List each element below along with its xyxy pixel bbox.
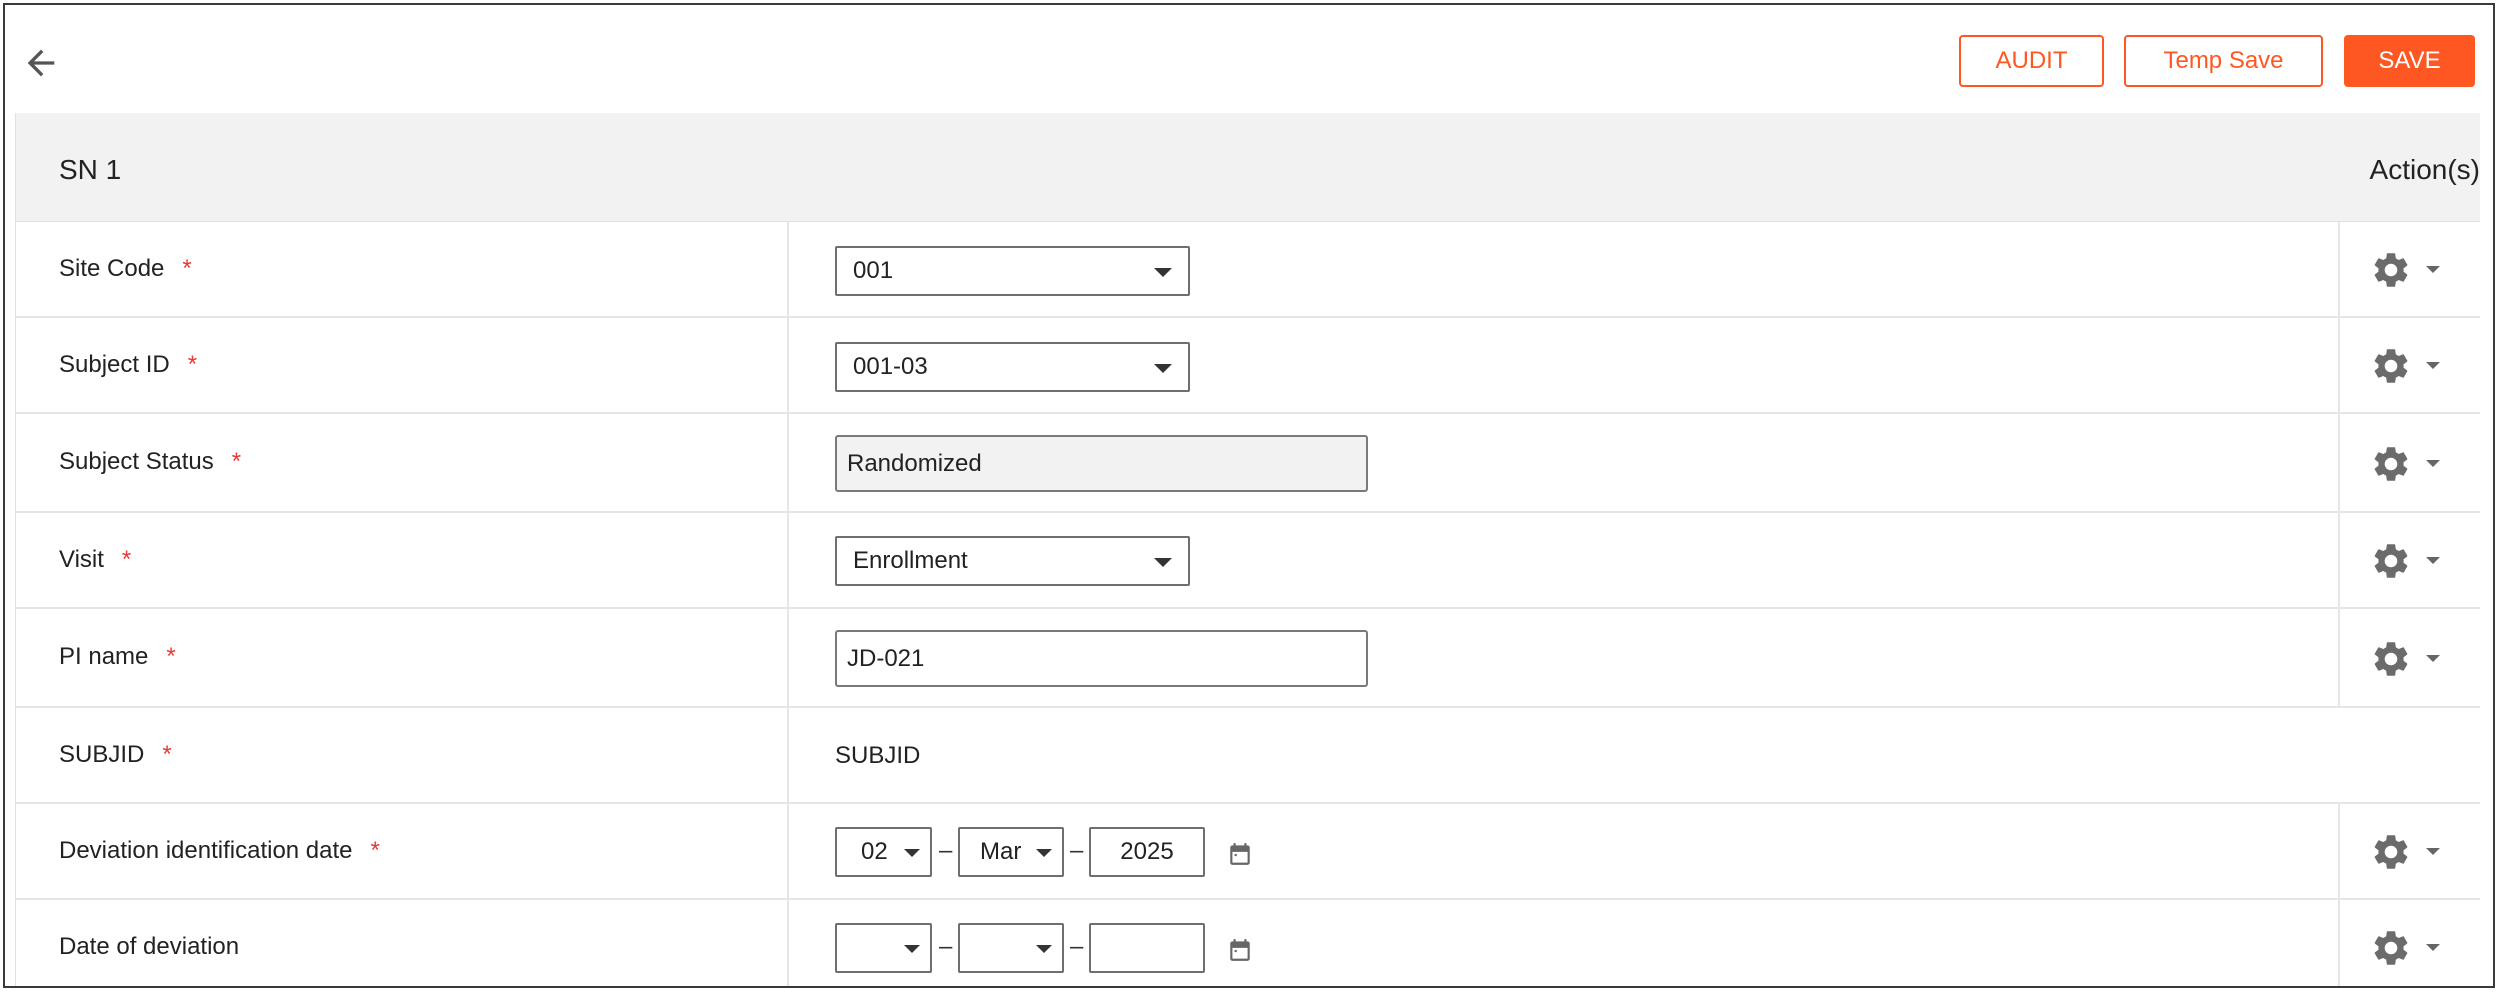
table-header: SN 1 Action(s) xyxy=(16,113,2480,222)
field-label: Subject ID * xyxy=(59,351,198,378)
row-actions-menu[interactable] xyxy=(2370,927,2440,969)
month-select[interactable] xyxy=(958,923,1064,973)
gear-icon xyxy=(2374,835,2408,869)
day-select[interactable] xyxy=(835,923,932,973)
subjid-value: SUBJID xyxy=(835,742,921,769)
date-separator: – xyxy=(939,837,953,864)
form-row-subject-id: Subject ID * 001-03 xyxy=(16,318,2480,414)
subject-id-select[interactable]: 001-03 xyxy=(835,342,1190,392)
form-row-site-code: Site Code * 001 xyxy=(16,222,2480,318)
temp-save-button[interactable]: Temp Save xyxy=(2124,35,2323,87)
calendar-icon[interactable] xyxy=(1227,841,1253,867)
actions-column-header: Action(s) xyxy=(2369,154,2480,185)
gear-icon xyxy=(2374,642,2408,676)
chevron-down-icon xyxy=(904,849,920,857)
form-row-pi-name: PI name * JD-021 xyxy=(16,609,2480,708)
form-row-deviation-identification-date: Deviation identification date * 02 – Mar … xyxy=(16,804,2480,900)
required-asterisk: * xyxy=(370,837,380,864)
chevron-down-icon xyxy=(1154,364,1172,373)
chevron-down-icon xyxy=(2426,557,2440,564)
calendar-icon[interactable] xyxy=(1227,937,1253,963)
required-asterisk: * xyxy=(231,448,242,475)
required-asterisk: * xyxy=(166,643,176,670)
field-label: Site Code * xyxy=(59,255,192,282)
required-asterisk: * xyxy=(121,546,132,573)
chevron-down-icon xyxy=(2426,848,2440,855)
chevron-down-icon xyxy=(2426,362,2440,369)
subject-status-field: Randomized xyxy=(835,435,1368,492)
visit-select[interactable]: Enrollment xyxy=(835,536,1190,586)
row-actions-menu[interactable] xyxy=(2370,831,2440,873)
pi-name-input[interactable]: JD-021 xyxy=(835,630,1368,687)
date-separator: – xyxy=(1070,933,1084,960)
chevron-down-icon xyxy=(2426,944,2440,951)
chevron-down-icon xyxy=(2426,460,2440,467)
site-code-select[interactable]: 001 xyxy=(835,246,1190,296)
chevron-down-icon xyxy=(1154,558,1172,567)
chevron-down-icon xyxy=(1154,268,1172,277)
row-actions-menu[interactable] xyxy=(2370,249,2440,291)
date-separator: – xyxy=(939,933,953,960)
field-label: Subject Status * xyxy=(59,448,242,475)
top-toolbar: AUDIT Temp Save SAVE xyxy=(5,5,2493,115)
row-actions-menu[interactable] xyxy=(2370,443,2440,485)
form-row-subjid: SUBJID * SUBJID xyxy=(16,708,2480,804)
gear-icon xyxy=(2374,931,2408,965)
date-separator: – xyxy=(1070,837,1084,864)
gear-icon xyxy=(2374,544,2408,578)
row-actions-menu[interactable] xyxy=(2370,540,2440,582)
chevron-down-icon xyxy=(1036,849,1052,857)
year-input[interactable]: 2025 xyxy=(1089,827,1205,877)
gear-icon xyxy=(2374,253,2408,287)
audit-button[interactable]: AUDIT xyxy=(1959,35,2104,87)
field-label: Deviation identification date * xyxy=(59,837,380,864)
chevron-down-icon xyxy=(904,945,920,953)
form-row-date-of-deviation: Date of deviation – – xyxy=(16,900,2480,986)
field-label: PI name * xyxy=(59,643,176,670)
back-arrow-icon[interactable] xyxy=(21,43,61,83)
month-select[interactable]: Mar xyxy=(958,827,1064,877)
form-window: AUDIT Temp Save SAVE SN 1 Action(s) Site… xyxy=(3,3,2495,988)
form-row-subject-status: Subject Status * Randomized xyxy=(16,414,2480,513)
field-label: Visit * xyxy=(59,546,132,573)
form-table: SN 1 Action(s) Site Code * 001 Subject ID… xyxy=(15,113,2480,986)
row-actions-menu[interactable] xyxy=(2370,638,2440,680)
chevron-down-icon xyxy=(2426,266,2440,273)
gear-icon xyxy=(2374,447,2408,481)
row-actions-menu[interactable] xyxy=(2370,345,2440,387)
day-select[interactable]: 02 xyxy=(835,827,932,877)
required-asterisk: * xyxy=(187,351,198,378)
required-asterisk: * xyxy=(162,741,172,768)
chevron-down-icon xyxy=(2426,655,2440,662)
gear-icon xyxy=(2374,349,2408,383)
required-asterisk: * xyxy=(182,255,192,282)
section-title: SN 1 xyxy=(59,154,122,185)
year-input[interactable] xyxy=(1089,923,1205,973)
form-row-visit: Visit * Enrollment xyxy=(16,513,2480,609)
save-button[interactable]: SAVE xyxy=(2344,35,2475,87)
field-label: SUBJID * xyxy=(59,741,172,768)
field-label: Date of deviation xyxy=(59,933,240,960)
chevron-down-icon xyxy=(1036,945,1052,953)
